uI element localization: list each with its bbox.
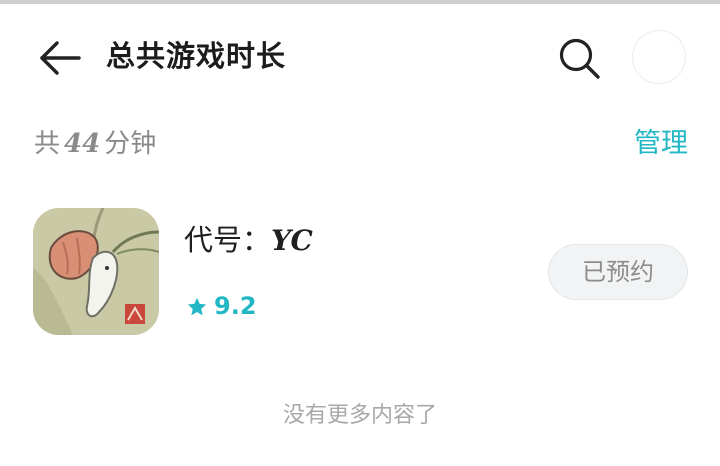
rating-value: 9.2 [214,292,257,320]
summary-suffix: 分钟 [104,129,157,159]
no-more-content-text: 没有更多内容了 [282,403,437,428]
game-name-code: YC [271,224,313,257]
game-name-prefix: 代号： [184,223,272,257]
reserved-button[interactable]: 已预约 [548,244,688,300]
back-button[interactable] [36,36,84,80]
game-rating: 9.2 [186,286,257,326]
game-list-item[interactable]: 代号：YC 9.2 已预约 [0,200,720,340]
playtime-summary: 共 44 分钟 [34,124,156,164]
page-title: 总共游戏时长 [106,39,287,73]
search-button[interactable] [556,35,602,81]
avatar[interactable] [632,30,686,84]
arrow-left-icon [40,41,81,75]
search-icon [559,38,600,79]
manage-button[interactable]: 管理 [634,124,688,164]
app-header: 总共游戏时长 [0,4,720,104]
summary-prefix: 共 [34,129,61,159]
game-icon[interactable] [33,208,159,335]
playtime-minutes: 44 [64,129,101,159]
star-icon [187,297,207,316]
game-name[interactable]: 代号：YC [184,218,313,263]
